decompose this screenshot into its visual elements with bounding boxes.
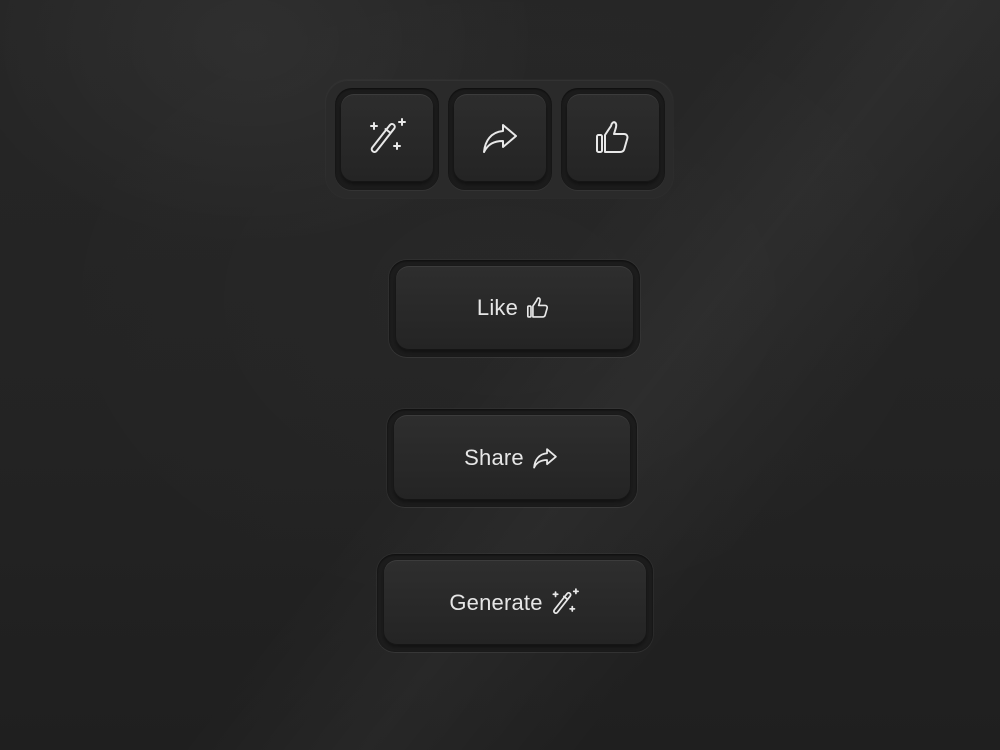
share-button-frame: Share — [387, 409, 637, 507]
icon-button-well — [448, 88, 552, 190]
magic-wand-icon — [549, 587, 581, 619]
like-button[interactable]: Like — [396, 266, 633, 350]
icon-button-group — [326, 80, 673, 198]
share-arrow-icon — [483, 124, 517, 153]
thumbs-up-icon — [524, 294, 552, 322]
thumbs-up-icon — [596, 121, 629, 153]
share-icon-button[interactable] — [454, 94, 546, 182]
share-button[interactable]: Share — [394, 415, 630, 500]
generate-button-frame: Generate — [377, 554, 653, 652]
like-button-frame: Like — [389, 260, 640, 357]
icon-button-well — [561, 88, 665, 190]
like-icon-button[interactable] — [567, 94, 659, 182]
icon-button-well — [335, 88, 439, 190]
magic-wand-icon — [370, 118, 406, 153]
generate-icon-button[interactable] — [341, 94, 433, 182]
share-button-label: Share — [464, 444, 524, 470]
share-arrow-icon — [530, 443, 560, 473]
generate-button-label: Generate — [449, 589, 543, 615]
like-button-label: Like — [476, 295, 519, 320]
generate-button[interactable]: Generate — [384, 560, 646, 645]
